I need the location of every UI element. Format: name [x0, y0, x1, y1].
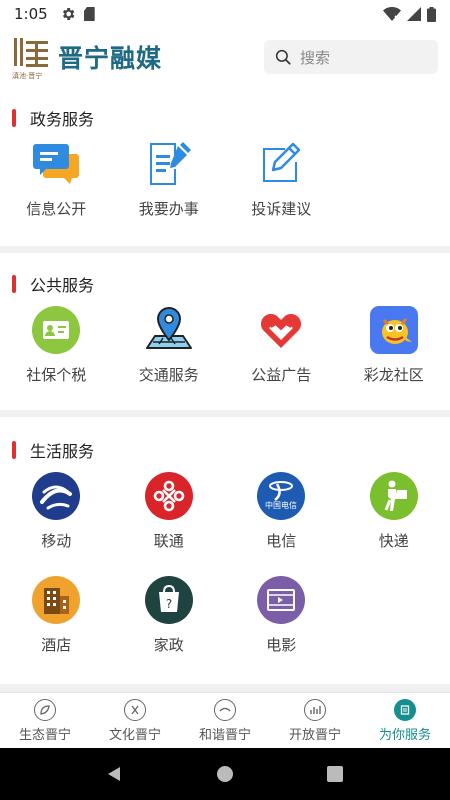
bar-chart-icon [304, 699, 326, 721]
nav-tab-open[interactable]: 开放晋宁 [270, 693, 360, 748]
sd-card-icon [83, 7, 95, 21]
section-divider [0, 684, 450, 692]
app-logo: 滇池·晋宁 晋宁融媒 [12, 35, 163, 80]
bird-icon [214, 699, 236, 721]
service-label: 公益广告 [251, 366, 312, 384]
courier-icon [369, 472, 418, 520]
edit-icon [257, 140, 305, 188]
service-label: 彩龙社区 [363, 366, 424, 384]
section-government-services: 政务服务 信息公开 我要办事 投诉建议 [0, 106, 450, 246]
service-label: 信息公开 [26, 200, 87, 218]
service-label: 电信 [266, 532, 297, 550]
service-cailong-community[interactable]: 彩龙社区 [338, 296, 450, 400]
section-life-services: 生活服务 移动 联通 中国电信 电信 快递 酒店 ? 家政 电影 [0, 438, 450, 684]
service-label: 移动 [41, 532, 72, 550]
movie-icon [257, 576, 306, 624]
document-pin-icon [145, 140, 193, 188]
search-input[interactable]: 搜索 [264, 40, 438, 74]
service-hotel[interactable]: 酒店 [0, 566, 113, 670]
logo-subtitle: 滇池·晋宁 [12, 72, 43, 80]
nav-tab-culture[interactable]: 文化晋宁 [90, 693, 180, 748]
service-social-security-tax[interactable]: 社保个税 [0, 296, 113, 400]
settings-gear-icon [62, 8, 75, 20]
nav-tab-harmony[interactable]: 和谐晋宁 [180, 693, 270, 748]
search-icon [275, 49, 291, 65]
wifi-icon [383, 7, 401, 21]
service-label: 家政 [153, 636, 184, 654]
service-label: 电影 [266, 636, 297, 654]
service-info-disclosure[interactable]: 信息公开 [0, 130, 113, 234]
section-title: 政务服务 [30, 110, 95, 129]
nav-label: 生态晋宁 [18, 728, 71, 743]
nav-label: 文化晋宁 [108, 728, 161, 743]
china-mobile-icon [32, 472, 81, 520]
section-marker [12, 441, 16, 459]
telecom-logo-text: 中国电信 [265, 500, 297, 510]
service-transportation[interactable]: 交通服务 [113, 296, 226, 400]
section-title: 生活服务 [30, 442, 95, 461]
service-icon [394, 699, 416, 721]
nav-tab-ecology[interactable]: 生态晋宁 [0, 693, 90, 748]
app-header: 滇池·晋宁 晋宁融媒 搜索 [0, 28, 450, 86]
service-housekeeping[interactable]: ? 家政 [113, 566, 226, 670]
service-movie[interactable]: 电影 [225, 566, 338, 670]
id-card-icon [32, 306, 81, 354]
service-public-welfare-ads[interactable]: 公益广告 [225, 296, 338, 400]
service-label: 我要办事 [138, 200, 199, 218]
logo-title: 晋宁融媒 [58, 44, 163, 73]
nav-label: 和谐晋宁 [198, 728, 251, 743]
china-unicom-icon [144, 472, 193, 520]
heart-hands-icon [257, 306, 305, 354]
section-divider [0, 246, 450, 253]
section-marker [12, 275, 16, 293]
map-pin-icon [145, 306, 193, 354]
nav-tab-service[interactable]: 为你服务 [360, 693, 450, 748]
service-label: 交通服务 [138, 366, 199, 384]
service-complaint-suggestion[interactable]: 投诉建议 [225, 130, 338, 234]
signal-icon [407, 7, 421, 21]
section-divider [0, 410, 450, 417]
hotel-icon [32, 576, 81, 624]
dragon-icon [369, 306, 418, 354]
service-label: 社保个税 [26, 366, 87, 384]
housekeeping-icon: ? [144, 576, 193, 624]
nav-label: 为你服务 [378, 728, 431, 743]
chat-bubbles-icon [32, 140, 80, 188]
service-label: 投诉建议 [251, 200, 312, 218]
service-china-mobile[interactable]: 移动 [0, 462, 113, 566]
search-placeholder: 搜索 [300, 48, 331, 67]
service-express-delivery[interactable]: 快递 [338, 462, 450, 566]
system-nav-bar [0, 748, 450, 800]
leaf-icon [34, 699, 56, 721]
service-china-unicom[interactable]: 联通 [113, 462, 226, 566]
service-china-telecom[interactable]: 中国电信 电信 [225, 462, 338, 566]
battery-icon [427, 6, 436, 22]
section-title: 公共服务 [30, 276, 95, 295]
service-label: 快递 [378, 532, 409, 550]
home-icon[interactable] [216, 765, 234, 783]
svg-text:?: ? [166, 597, 172, 611]
recents-icon[interactable] [326, 765, 344, 783]
back-icon[interactable] [106, 765, 124, 783]
nav-label: 开放晋宁 [288, 728, 341, 743]
service-handle-affairs[interactable]: 我要办事 [113, 130, 226, 234]
service-label: 联通 [153, 532, 184, 550]
status-time: 1:05 [14, 5, 48, 23]
service-label: 酒店 [41, 636, 72, 654]
status-bar: 1:05 [0, 0, 450, 28]
china-telecom-icon: 中国电信 [257, 472, 306, 520]
culture-icon [124, 699, 146, 721]
section-public-services: 公共服务 社保个税 交通服务 公益广告 彩龙社区 [0, 272, 450, 410]
bottom-nav: 生态晋宁 文化晋宁 和谐晋宁 开放晋宁 为你服务 [0, 692, 450, 748]
logo-mark-icon: 滇池·晋宁 [12, 35, 52, 80]
section-marker [12, 109, 16, 127]
